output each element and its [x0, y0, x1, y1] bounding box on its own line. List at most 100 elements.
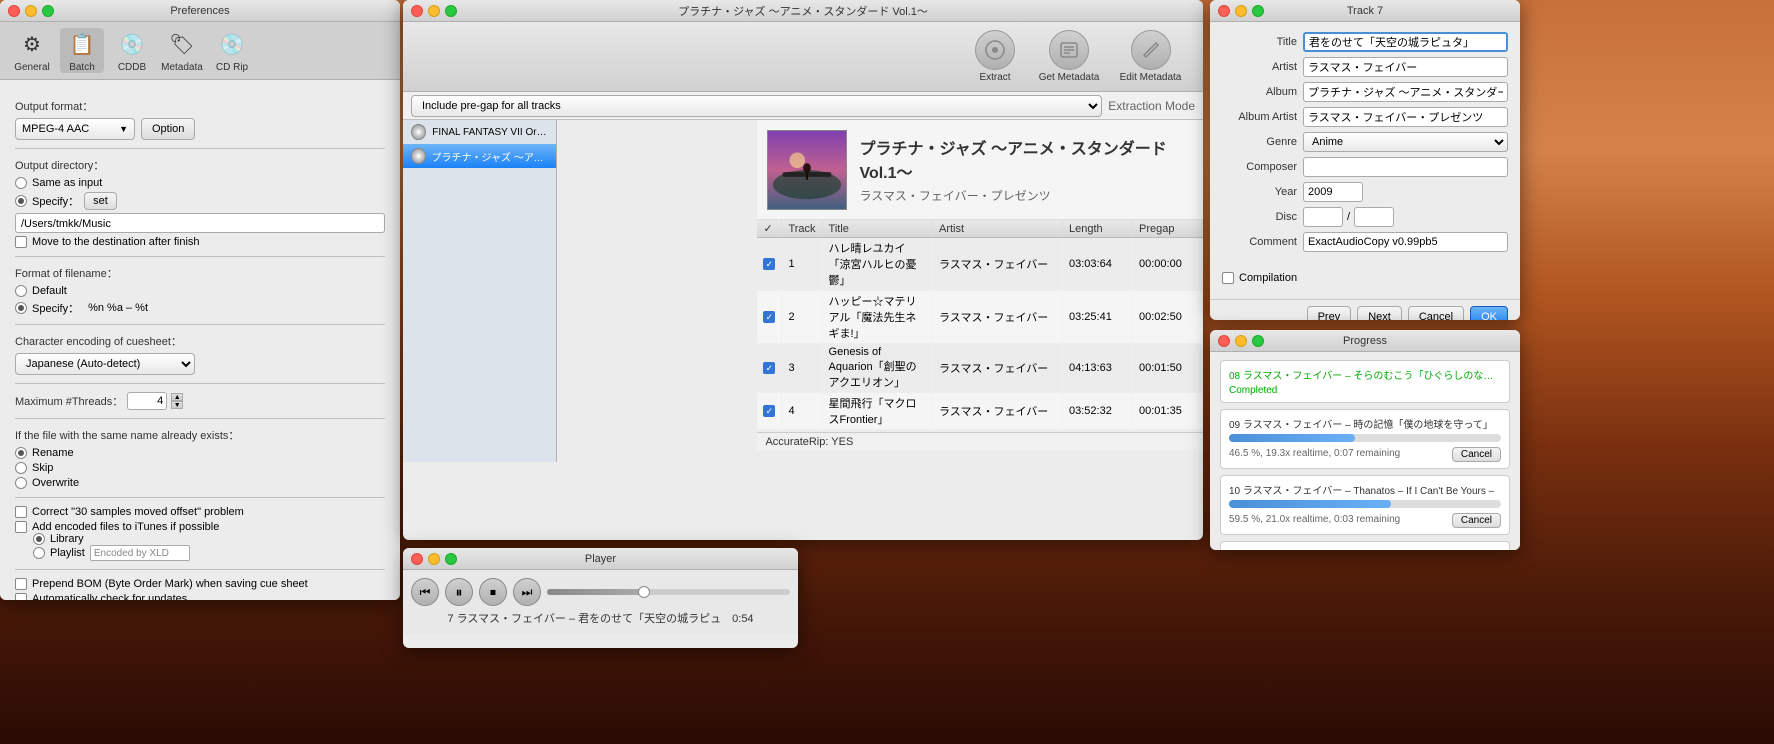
radio-library[interactable]: Library: [33, 533, 385, 545]
form-comment-input[interactable]: [1303, 232, 1508, 252]
track7-minimize[interactable]: [1235, 5, 1247, 17]
progress-cancel-1[interactable]: Cancel: [1452, 447, 1501, 462]
form-disc-input2[interactable]: [1354, 207, 1394, 227]
form-disc-input1[interactable]: [1303, 207, 1343, 227]
checkbox-auto-update[interactable]: Automatically check for updates: [15, 593, 385, 600]
player-rewind[interactable]: ⏮: [411, 578, 439, 606]
accuraterip-text: AccurateRip: YES: [765, 436, 853, 448]
form-composer-input[interactable]: [1303, 157, 1508, 177]
toolbar-general[interactable]: ⚙ General: [10, 28, 54, 73]
compilation-checkbox[interactable]: [1222, 272, 1234, 284]
option-button[interactable]: Option: [141, 118, 195, 140]
checkbox-move[interactable]: Move to the destination after finish: [15, 236, 385, 248]
radio-overwrite[interactable]: Overwrite: [15, 477, 385, 489]
track-row-0[interactable]: ✓1ハレ晴レユカイ「涼宮ハルヒの憂鬱」ラスマス・フェイバー03:03:6400:…: [757, 238, 1202, 291]
track-row-1[interactable]: ✓2ハッピー☆マテリアル「魔法先生ネギま!」ラスマス・フェイバー03:25:41…: [757, 291, 1202, 344]
radio-same-circle: [15, 177, 27, 189]
progress-maximize[interactable]: [1252, 335, 1264, 347]
extraction-bar: Include pre-gap for all tracks Extractio…: [403, 92, 1203, 120]
preferences-titlebar: Preferences: [0, 0, 400, 22]
form-album-artist-input[interactable]: [1303, 107, 1508, 127]
prev-button[interactable]: Prev: [1307, 306, 1352, 320]
track7-maximize[interactable]: [1252, 5, 1264, 17]
toolbar-batch[interactable]: 📋 Batch: [60, 28, 104, 73]
player-stop[interactable]: ⏹: [479, 578, 507, 606]
extraction-mode-select[interactable]: Include pre-gap for all tracks: [411, 95, 1102, 117]
radio-specify[interactable]: Specify： set: [15, 192, 385, 210]
checkbox-itunes[interactable]: Add encoded files to iTunes if possible: [15, 521, 385, 533]
radio-rename[interactable]: Rename: [15, 447, 385, 459]
toolbar-metadata[interactable]: 🏷 Metadata: [160, 28, 204, 73]
player-forward[interactable]: ⏭: [513, 578, 541, 606]
playlist-input[interactable]: [90, 545, 190, 561]
max-threads-input[interactable]: [127, 392, 167, 410]
progress-close[interactable]: [1218, 335, 1230, 347]
edit-metadata-button[interactable]: Edit Metadata: [1108, 30, 1193, 83]
track-check-0[interactable]: ✓: [763, 258, 775, 270]
edit-metadata-icon: [1131, 30, 1171, 70]
track-check-1[interactable]: ✓: [763, 311, 775, 323]
form-album-label: Album: [1222, 86, 1297, 98]
track-table-body: ✓1ハレ晴レユカイ「涼宮ハルヒの憂鬱」ラスマス・フェイバー03:03:6400:…: [757, 238, 1202, 433]
album-info: プラチナ・ジャズ ～アニメ・スタンダード Vol.1～ ラスマス・フェイバー・プ…: [859, 130, 1193, 209]
radio-playlist[interactable]: Playlist: [33, 545, 385, 561]
toolbar-cddb[interactable]: 💿 CDDB: [110, 28, 154, 73]
ok-button[interactable]: OK: [1470, 306, 1508, 320]
exists-label: If the file with the same name already e…: [15, 427, 385, 443]
track-check-3[interactable]: ✓: [763, 405, 775, 417]
track-check-2[interactable]: ✓: [763, 362, 775, 374]
cancel-button[interactable]: Cancel: [1408, 306, 1464, 320]
set-button[interactable]: set: [84, 192, 117, 210]
form-year-input[interactable]: [1303, 182, 1363, 202]
format-select[interactable]: MPEG-4 AAC ▼: [15, 118, 135, 140]
spinner-down[interactable]: ▼: [171, 401, 183, 409]
player-maximize[interactable]: [445, 553, 457, 565]
progress-item-3-label: 11 ラスマス・フェイバー – オネアミスの翼「オネアミスの翼」: [1229, 548, 1501, 550]
progress-titlebar: Progress: [1210, 330, 1520, 352]
form-genre-select[interactable]: Anime: [1303, 132, 1508, 152]
main-maximize-button[interactable]: [445, 5, 457, 17]
player-progress-fill: [547, 589, 644, 595]
form-album-input[interactable]: [1303, 82, 1508, 102]
form-row-album: Album: [1222, 82, 1508, 102]
minimize-button[interactable]: [25, 5, 37, 17]
track-row-2[interactable]: ✓3Genesis of Aquarion「創聖のアクエリオン」ラスマス・フェイ…: [757, 344, 1202, 393]
get-metadata-icon: [1049, 30, 1089, 70]
checkbox-bom[interactable]: Prepend BOM (Byte Order Mark) when savin…: [15, 578, 385, 590]
player-pause[interactable]: ⏸: [445, 578, 473, 606]
extract-button[interactable]: Extract: [960, 30, 1030, 83]
form-title-input[interactable]: [1303, 32, 1508, 52]
main-minimize-button[interactable]: [428, 5, 440, 17]
player-progress-track[interactable]: [547, 589, 790, 595]
progress-minimize[interactable]: [1235, 335, 1247, 347]
radio-default[interactable]: Default: [15, 285, 385, 297]
close-button[interactable]: [8, 5, 20, 17]
player-close[interactable]: [411, 553, 423, 565]
track-table-container[interactable]: ✓ Track Title Artist Length Pregap ✓1ハレ晴…: [757, 220, 1203, 432]
path-field[interactable]: /Users/tmkk/Music: [15, 213, 385, 233]
form-artist-input[interactable]: [1303, 57, 1508, 77]
track-artist-1: ラスマス・フェイバー: [933, 291, 1063, 344]
disc-separator: /: [1347, 211, 1350, 223]
main-close-button[interactable]: [411, 5, 423, 17]
radio-same-as-input[interactable]: Same as input: [15, 177, 385, 189]
maximize-button[interactable]: [42, 5, 54, 17]
radio-specify2[interactable]: Specify： %n %a – %t: [15, 300, 385, 316]
spinner-up[interactable]: ▲: [171, 393, 183, 401]
checkbox-correct[interactable]: Correct "30 samples moved offset" proble…: [15, 506, 385, 518]
source-item-1[interactable]: プラチナ・ジャズ ～アニメ...: [403, 144, 556, 168]
progress-item-0: 08 ラスマス・フェイバー – そらのむこう「ひぐらしのなく頃に Complet…: [1220, 360, 1510, 403]
encoding-select[interactable]: Japanese (Auto-detect): [15, 353, 195, 375]
radio-rename-circle: [15, 447, 27, 459]
track-row-3[interactable]: ✓4星間飛行「マクロスFrontier」ラスマス・フェイバー03:52:3200…: [757, 393, 1202, 430]
toolbar-cdrip[interactable]: 💿 CD Rip: [210, 28, 254, 73]
player-minimize[interactable]: [428, 553, 440, 565]
batch-label: Batch: [69, 62, 95, 73]
next-button[interactable]: Next: [1357, 306, 1402, 320]
radio-skip[interactable]: Skip: [15, 462, 385, 474]
source-item-0[interactable]: FINAL FANTASY VII Origi...: [403, 120, 556, 144]
track-artist-0: ラスマス・フェイバー: [933, 238, 1063, 291]
get-metadata-button[interactable]: Get Metadata: [1034, 30, 1104, 83]
track7-close[interactable]: [1218, 5, 1230, 17]
progress-cancel-2[interactable]: Cancel: [1452, 513, 1501, 528]
